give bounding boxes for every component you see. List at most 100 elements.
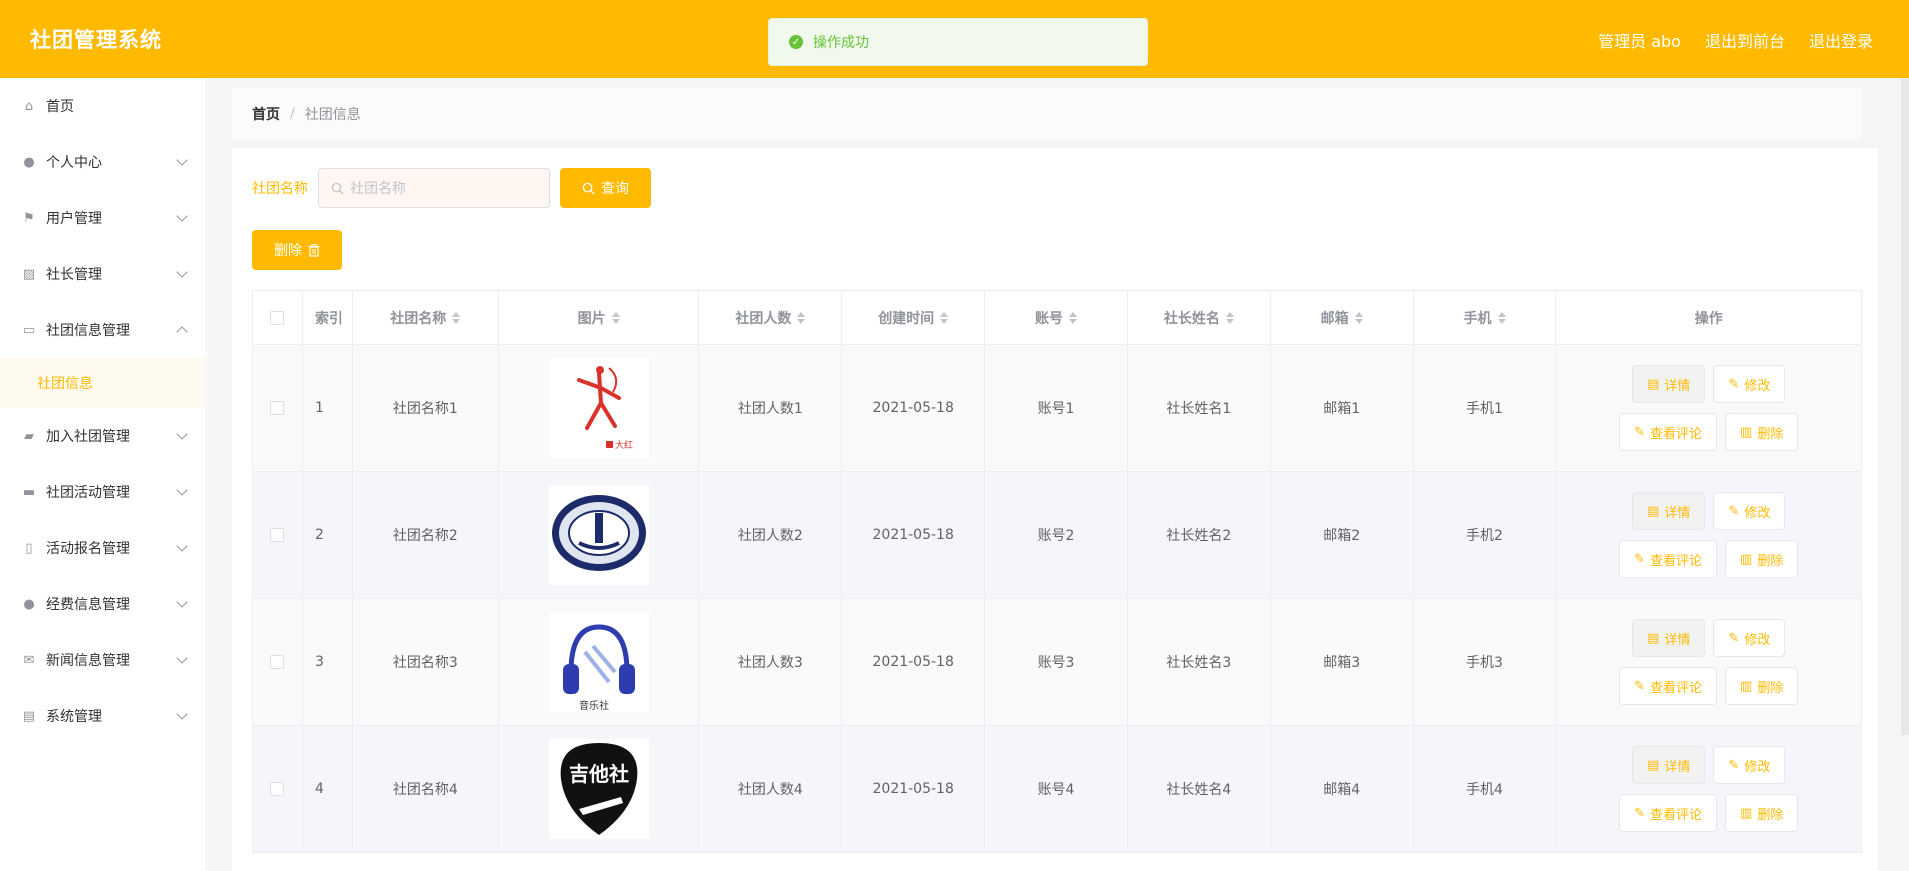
view-comments-button[interactable]: ✎ 查看评论: [1619, 413, 1718, 451]
cell-leader: 社长姓名4: [1128, 726, 1271, 852]
sidebar-item[interactable]: ● 经费信息管理: [0, 576, 206, 632]
header-created[interactable]: 创建时间: [842, 291, 986, 344]
delete-button[interactable]: ▥ 删除: [1725, 794, 1799, 832]
sidebar-item[interactable]: ⚑ 用户管理: [0, 190, 206, 246]
page-scrollbar[interactable]: [1901, 78, 1909, 735]
cell-leader: 社长姓名2: [1128, 472, 1271, 598]
delete-button-label: 删除: [1757, 553, 1784, 569]
sort-icon: [1497, 311, 1506, 324]
headphones-logo-image: 音乐社: [562, 624, 635, 712]
sidebar-item-label: 社团活动管理: [46, 485, 130, 501]
search-input[interactable]: 社团名称: [318, 168, 550, 208]
view-comments-button[interactable]: ✎ 查看评论: [1619, 540, 1718, 578]
header-leader[interactable]: 社长姓名: [1128, 291, 1271, 344]
sort-icon: [611, 311, 620, 324]
header-name[interactable]: 社团名称: [353, 291, 499, 344]
edit-button[interactable]: ✎ 修改: [1713, 619, 1786, 657]
sidebar-item[interactable]: ▨ 社长管理: [0, 246, 206, 302]
detail-button[interactable]: ▤ 详情: [1632, 365, 1706, 403]
edit-icon: ✎: [1634, 551, 1646, 567]
sidebar-item[interactable]: ▤ 系统管理: [0, 688, 206, 744]
cell-email: 邮箱2: [1271, 472, 1414, 598]
edit-button[interactable]: ✎ 修改: [1713, 365, 1786, 403]
document-icon: ▤: [1647, 503, 1660, 519]
header-phone[interactable]: 手机: [1414, 291, 1557, 344]
detail-button[interactable]: ▤ 详情: [1632, 619, 1706, 657]
back-to-front-link[interactable]: 退出到前台: [1705, 28, 1785, 52]
svg-text:大红: 大红: [615, 439, 633, 451]
row-checkbox[interactable]: [270, 528, 285, 542]
edit-icon: ✎: [1728, 757, 1740, 773]
header-count[interactable]: 社团人数: [699, 291, 843, 344]
sort-icon: [1225, 311, 1234, 324]
row-checkbox[interactable]: [270, 782, 285, 796]
cell-leader: 社长姓名1: [1128, 345, 1271, 471]
sidebar-item-label: 个人中心: [46, 155, 102, 171]
view-comments-button-label: 查看评论: [1650, 807, 1703, 823]
check-circle-icon: ✓: [789, 35, 803, 49]
view-comments-button[interactable]: ✎ 查看评论: [1619, 667, 1718, 705]
sidebar-item[interactable]: ▬ 社团活动管理: [0, 464, 206, 520]
cell-count: 社团人数3: [699, 599, 843, 725]
header-account[interactable]: 账号: [985, 291, 1128, 344]
detail-button[interactable]: ▤ 详情: [1632, 746, 1706, 784]
search-icon: [331, 182, 344, 195]
chevron-up-icon: [176, 326, 188, 338]
sidebar-menu: ⌂ 首页 ● 个人中心 ⚑ 用户管理 ▨ 社长管理 ▭ 社团信息管理 社团信息 ▰ 加入社团管理 ▬ 社团活…: [0, 78, 207, 871]
edit-button-label: 修改: [1744, 378, 1771, 394]
view-comments-button-label: 查看评论: [1650, 680, 1703, 696]
app-title: 社团管理系统: [30, 28, 162, 52]
monitor-icon: ▬: [22, 484, 36, 500]
row-checkbox[interactable]: [270, 401, 285, 415]
batch-delete-button[interactable]: 删除: [252, 230, 342, 270]
chevron-down-icon: [176, 484, 188, 496]
document-icon: ▤: [1647, 757, 1660, 773]
cell-count: 社团人数4: [699, 726, 843, 852]
sidebar-item[interactable]: ▭ 社团信息管理: [0, 302, 206, 358]
table-row: 1 社团名称1 大红 社团人数1 2021-05-18 账号1 社长姓名1 邮箱1 手机1 ▤ 详情…: [253, 345, 1861, 472]
header-links: 管理员 abo 退出到前台 退出登录: [1598, 28, 1873, 52]
sidebar-item[interactable]: ▯ 活动报名管理: [0, 520, 206, 576]
main-area: 首页 / 社团信息 社团名称 社团名称 查询 删除 索引 社团名称 图片 社团人…: [208, 78, 1909, 871]
edit-button[interactable]: ✎ 修改: [1713, 746, 1786, 784]
cell-email: 邮箱4: [1271, 726, 1414, 852]
sidebar-item[interactable]: ✉ 新闻信息管理: [0, 632, 206, 688]
breadcrumb: 首页 / 社团信息: [232, 88, 1862, 140]
edit-icon: ✎: [1634, 678, 1646, 694]
header-ops: 操作: [1694, 310, 1723, 327]
query-button[interactable]: 查询: [560, 168, 651, 208]
logout-link[interactable]: 退出登录: [1809, 28, 1873, 52]
cell-name: 社团名称3: [353, 599, 499, 725]
sidebar-subitem-club-info[interactable]: 社团信息: [0, 358, 206, 408]
sidebar-item[interactable]: ● 个人中心: [0, 134, 206, 190]
detail-button-label: 详情: [1664, 759, 1691, 775]
delete-button[interactable]: ▥ 删除: [1725, 413, 1799, 451]
club-table: 索引 社团名称 图片 社团人数 创建时间 账号 社长姓名 邮箱 手机 操作 1社…: [252, 290, 1862, 853]
view-comments-button[interactable]: ✎ 查看评论: [1619, 794, 1718, 832]
emblem-logo-image: [551, 495, 646, 571]
admin-label: 管理员 abo: [1598, 32, 1681, 51]
select-all-checkbox[interactable]: [270, 310, 285, 325]
row-checkbox[interactable]: [270, 655, 285, 669]
guitar-pick-logo-image: 吉他社: [560, 743, 637, 835]
delete-button[interactable]: ▥ 删除: [1725, 540, 1799, 578]
breadcrumb-home[interactable]: 首页: [252, 104, 280, 124]
sidebar-item-label: 新闻信息管理: [46, 653, 130, 669]
edit-icon: ✎: [1634, 805, 1646, 821]
header-image[interactable]: 图片: [499, 291, 700, 344]
sidebar-item[interactable]: ▰ 加入社团管理: [0, 408, 206, 464]
club-thumbnail: 大红: [548, 358, 649, 458]
delete-button[interactable]: ▥ 删除: [1725, 667, 1799, 705]
trash-icon: ▥: [1740, 424, 1753, 440]
sidebar-item-label: 加入社团管理: [46, 429, 130, 445]
sidebar-item[interactable]: ⌂ 首页: [0, 78, 206, 134]
cell-image: [499, 472, 700, 598]
cell-image: 音乐社: [499, 599, 700, 725]
cell-ops: ▤ 详情 ✎ 修改 ✎ 查看评论 ▥ 删除: [1556, 599, 1861, 725]
trash-icon: [308, 243, 320, 257]
header-email[interactable]: 邮箱: [1271, 291, 1414, 344]
edit-button[interactable]: ✎ 修改: [1713, 492, 1786, 530]
cell-name: 社团名称4: [353, 726, 499, 852]
detail-button[interactable]: ▤ 详情: [1632, 492, 1706, 530]
edit-button-label: 修改: [1744, 505, 1771, 521]
